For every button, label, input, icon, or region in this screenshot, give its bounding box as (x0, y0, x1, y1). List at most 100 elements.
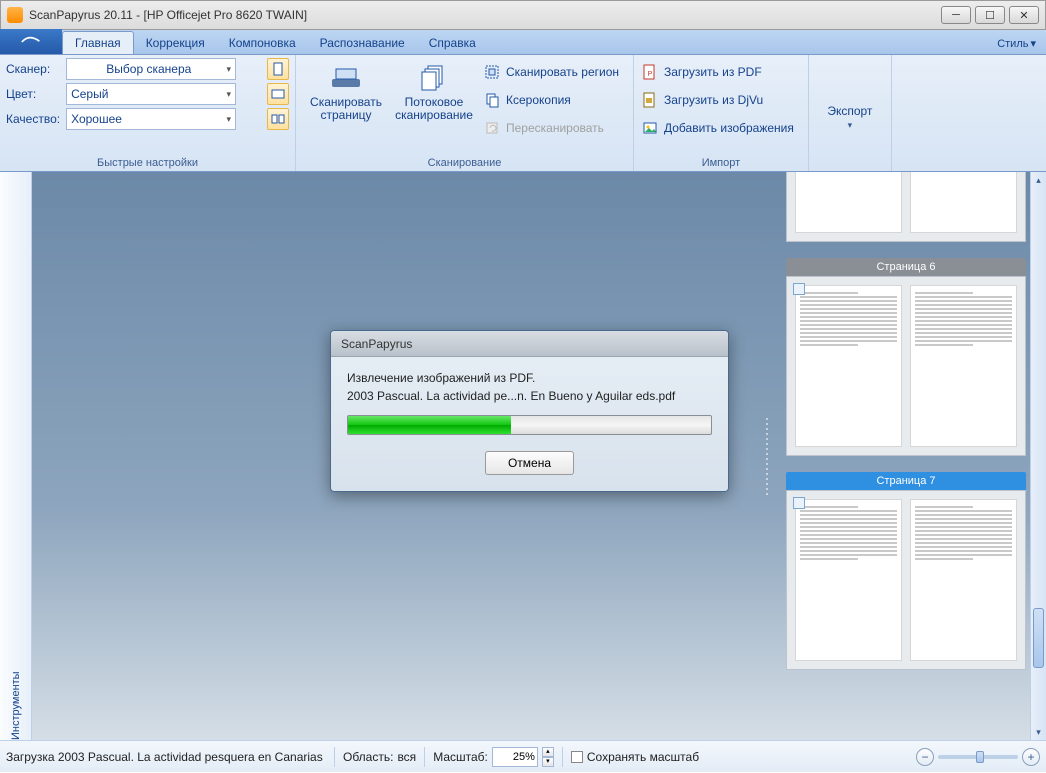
scroll-down-button[interactable]: ▾ (1031, 724, 1046, 740)
group-import: P Загрузить из PDF Загрузить из DjVu Доб… (634, 55, 809, 171)
rescan-label: Пересканировать (506, 121, 604, 135)
rescan-icon (484, 120, 500, 136)
save-zoom-label: Сохранять масштаб (587, 750, 699, 764)
scanner-combo[interactable]: Выбор сканера ▾ (66, 58, 236, 80)
thumbnail-item[interactable]: Страница 7 (786, 472, 1026, 670)
group-scanning: Сканировать страницу Потоковое сканирова… (296, 55, 634, 171)
import-pdf-button[interactable]: P Загрузить из PDF (640, 58, 802, 86)
zoom-spin-up[interactable]: ▴ (542, 747, 554, 757)
copy-icon (484, 92, 500, 108)
batch-scan-label: Потоковое сканирование (390, 96, 478, 122)
dialog-line1: Извлечение изображений из PDF. (347, 371, 712, 385)
color-value: Серый (71, 87, 108, 101)
export-button[interactable]: Экспорт ▾ (815, 58, 885, 131)
rescan-button: Пересканировать (482, 114, 627, 142)
orientation-portrait-button[interactable] (267, 58, 289, 80)
area-label: Область: (343, 750, 393, 764)
scan-region-label: Сканировать регион (506, 65, 619, 79)
cancel-button[interactable]: Отмена (485, 451, 574, 475)
maximize-button[interactable]: ☐ (975, 6, 1005, 24)
progress-dialog: ScanPapyrus Извлечение изображений из PD… (330, 330, 729, 492)
tab-correction[interactable]: Коррекция (134, 32, 217, 54)
page-landscape-icon (271, 87, 285, 101)
ribbon-body: Сканер: Выбор сканера ▾ Цвет: Серый ▾ Ка… (0, 55, 1046, 172)
import-pdf-label: Загрузить из PDF (664, 65, 762, 79)
batch-scan-button[interactable]: Потоковое сканирование (390, 58, 478, 142)
scanner-value: Выбор сканера (71, 62, 226, 76)
zoom-slider-knob[interactable] (976, 751, 984, 763)
zoom-spin-down[interactable]: ▾ (542, 757, 554, 767)
app-icon (7, 7, 23, 23)
scan-page-label: Сканировать страницу (302, 96, 390, 122)
thumb-checkbox[interactable] (793, 283, 805, 295)
zoom-in-button[interactable]: + (1022, 748, 1040, 766)
region-icon (484, 64, 500, 80)
export-label: Экспорт (827, 104, 872, 118)
group-label-quick-settings: Быстрые настройки (6, 155, 289, 169)
group-label-import: Импорт (640, 155, 802, 169)
dialog-line2: 2003 Pascual. La actividad pe...n. En Bu… (347, 389, 712, 403)
thumbnails-panel: Страница 6 Страница 7 (782, 172, 1030, 740)
chevron-down-icon: ▾ (1030, 37, 1036, 50)
tab-home[interactable]: Главная (62, 31, 134, 54)
orientation-auto-button[interactable] (267, 108, 289, 130)
scanner-label: Сканер: (6, 62, 60, 76)
group-export: Экспорт ▾ (809, 55, 892, 171)
thumb-checkbox[interactable] (793, 497, 805, 509)
page-split-icon (271, 112, 285, 126)
tab-help[interactable]: Справка (417, 32, 488, 54)
tab-layout[interactable]: Компоновка (217, 32, 308, 54)
progress-fill (348, 416, 511, 434)
app-menu-button[interactable] (0, 29, 62, 54)
zoom-out-button[interactable]: − (916, 748, 934, 766)
dialog-title: ScanPapyrus (331, 331, 728, 357)
zoom-slider[interactable] (938, 755, 1018, 759)
add-images-label: Добавить изображения (664, 121, 794, 135)
image-icon (642, 120, 658, 136)
djvu-icon (642, 92, 658, 108)
app-menu-icon (21, 35, 41, 49)
xerox-button[interactable]: Ксерокопия (482, 86, 627, 114)
minimize-button[interactable]: ─ (941, 6, 971, 24)
tab-ocr[interactable]: Распознавание (308, 32, 417, 54)
splitter[interactable] (765, 172, 769, 740)
area-value: вся (397, 750, 416, 764)
xerox-label: Ксерокопия (506, 93, 571, 107)
tools-sidebar-label: Инструменты (10, 252, 22, 740)
quality-label: Качество: (6, 112, 60, 126)
group-label-scanning: Сканирование (302, 155, 627, 169)
chevron-down-icon: ▾ (227, 114, 232, 125)
group-quick-settings: Сканер: Выбор сканера ▾ Цвет: Серый ▾ Ка… (0, 55, 296, 171)
ribbon-tabs: Главная Коррекция Компоновка Распознаван… (0, 30, 1046, 55)
thumbnails-scrollbar[interactable]: ▴ ▾ (1030, 172, 1046, 740)
statusbar: Загрузка 2003 Pascual. La actividad pesq… (0, 740, 1046, 772)
color-label: Цвет: (6, 87, 60, 101)
chevron-down-icon: ▾ (848, 120, 853, 131)
scroll-track[interactable] (1031, 188, 1046, 724)
orientation-landscape-button[interactable] (267, 83, 289, 105)
pdf-icon: P (642, 64, 658, 80)
thumb-header: Страница 7 (786, 472, 1026, 490)
tools-sidebar[interactable]: Инструменты (0, 172, 32, 740)
zoom-input[interactable] (492, 747, 538, 767)
style-label: Стиль (997, 38, 1028, 50)
color-combo[interactable]: Серый ▾ (66, 83, 236, 105)
chevron-down-icon: ▾ (227, 89, 232, 100)
zoom-label: Масштаб: (433, 750, 488, 764)
save-zoom-checkbox[interactable] (571, 751, 583, 763)
status-loading-text: Загрузка 2003 Pascual. La actividad pesq… (6, 750, 326, 764)
scroll-grip[interactable] (1033, 608, 1044, 668)
thumbnail-item[interactable]: Страница 6 (786, 258, 1026, 456)
thumb-header: Страница 6 (786, 258, 1026, 276)
add-images-button[interactable]: Добавить изображения (640, 114, 802, 142)
scan-page-button[interactable]: Сканировать страницу (302, 58, 390, 142)
scroll-up-button[interactable]: ▴ (1031, 172, 1046, 188)
import-djvu-button[interactable]: Загрузить из DjVu (640, 86, 802, 114)
style-dropdown[interactable]: Стиль ▾ (987, 33, 1046, 54)
scan-region-button[interactable]: Сканировать регион (482, 58, 627, 86)
close-button[interactable]: ✕ (1009, 6, 1039, 24)
thumbnail-item[interactable] (786, 172, 1026, 242)
quality-combo[interactable]: Хорошее ▾ (66, 108, 236, 130)
titlebar: ScanPapyrus 20.11 - [HP Officejet Pro 86… (0, 0, 1046, 30)
progress-bar (347, 415, 712, 435)
